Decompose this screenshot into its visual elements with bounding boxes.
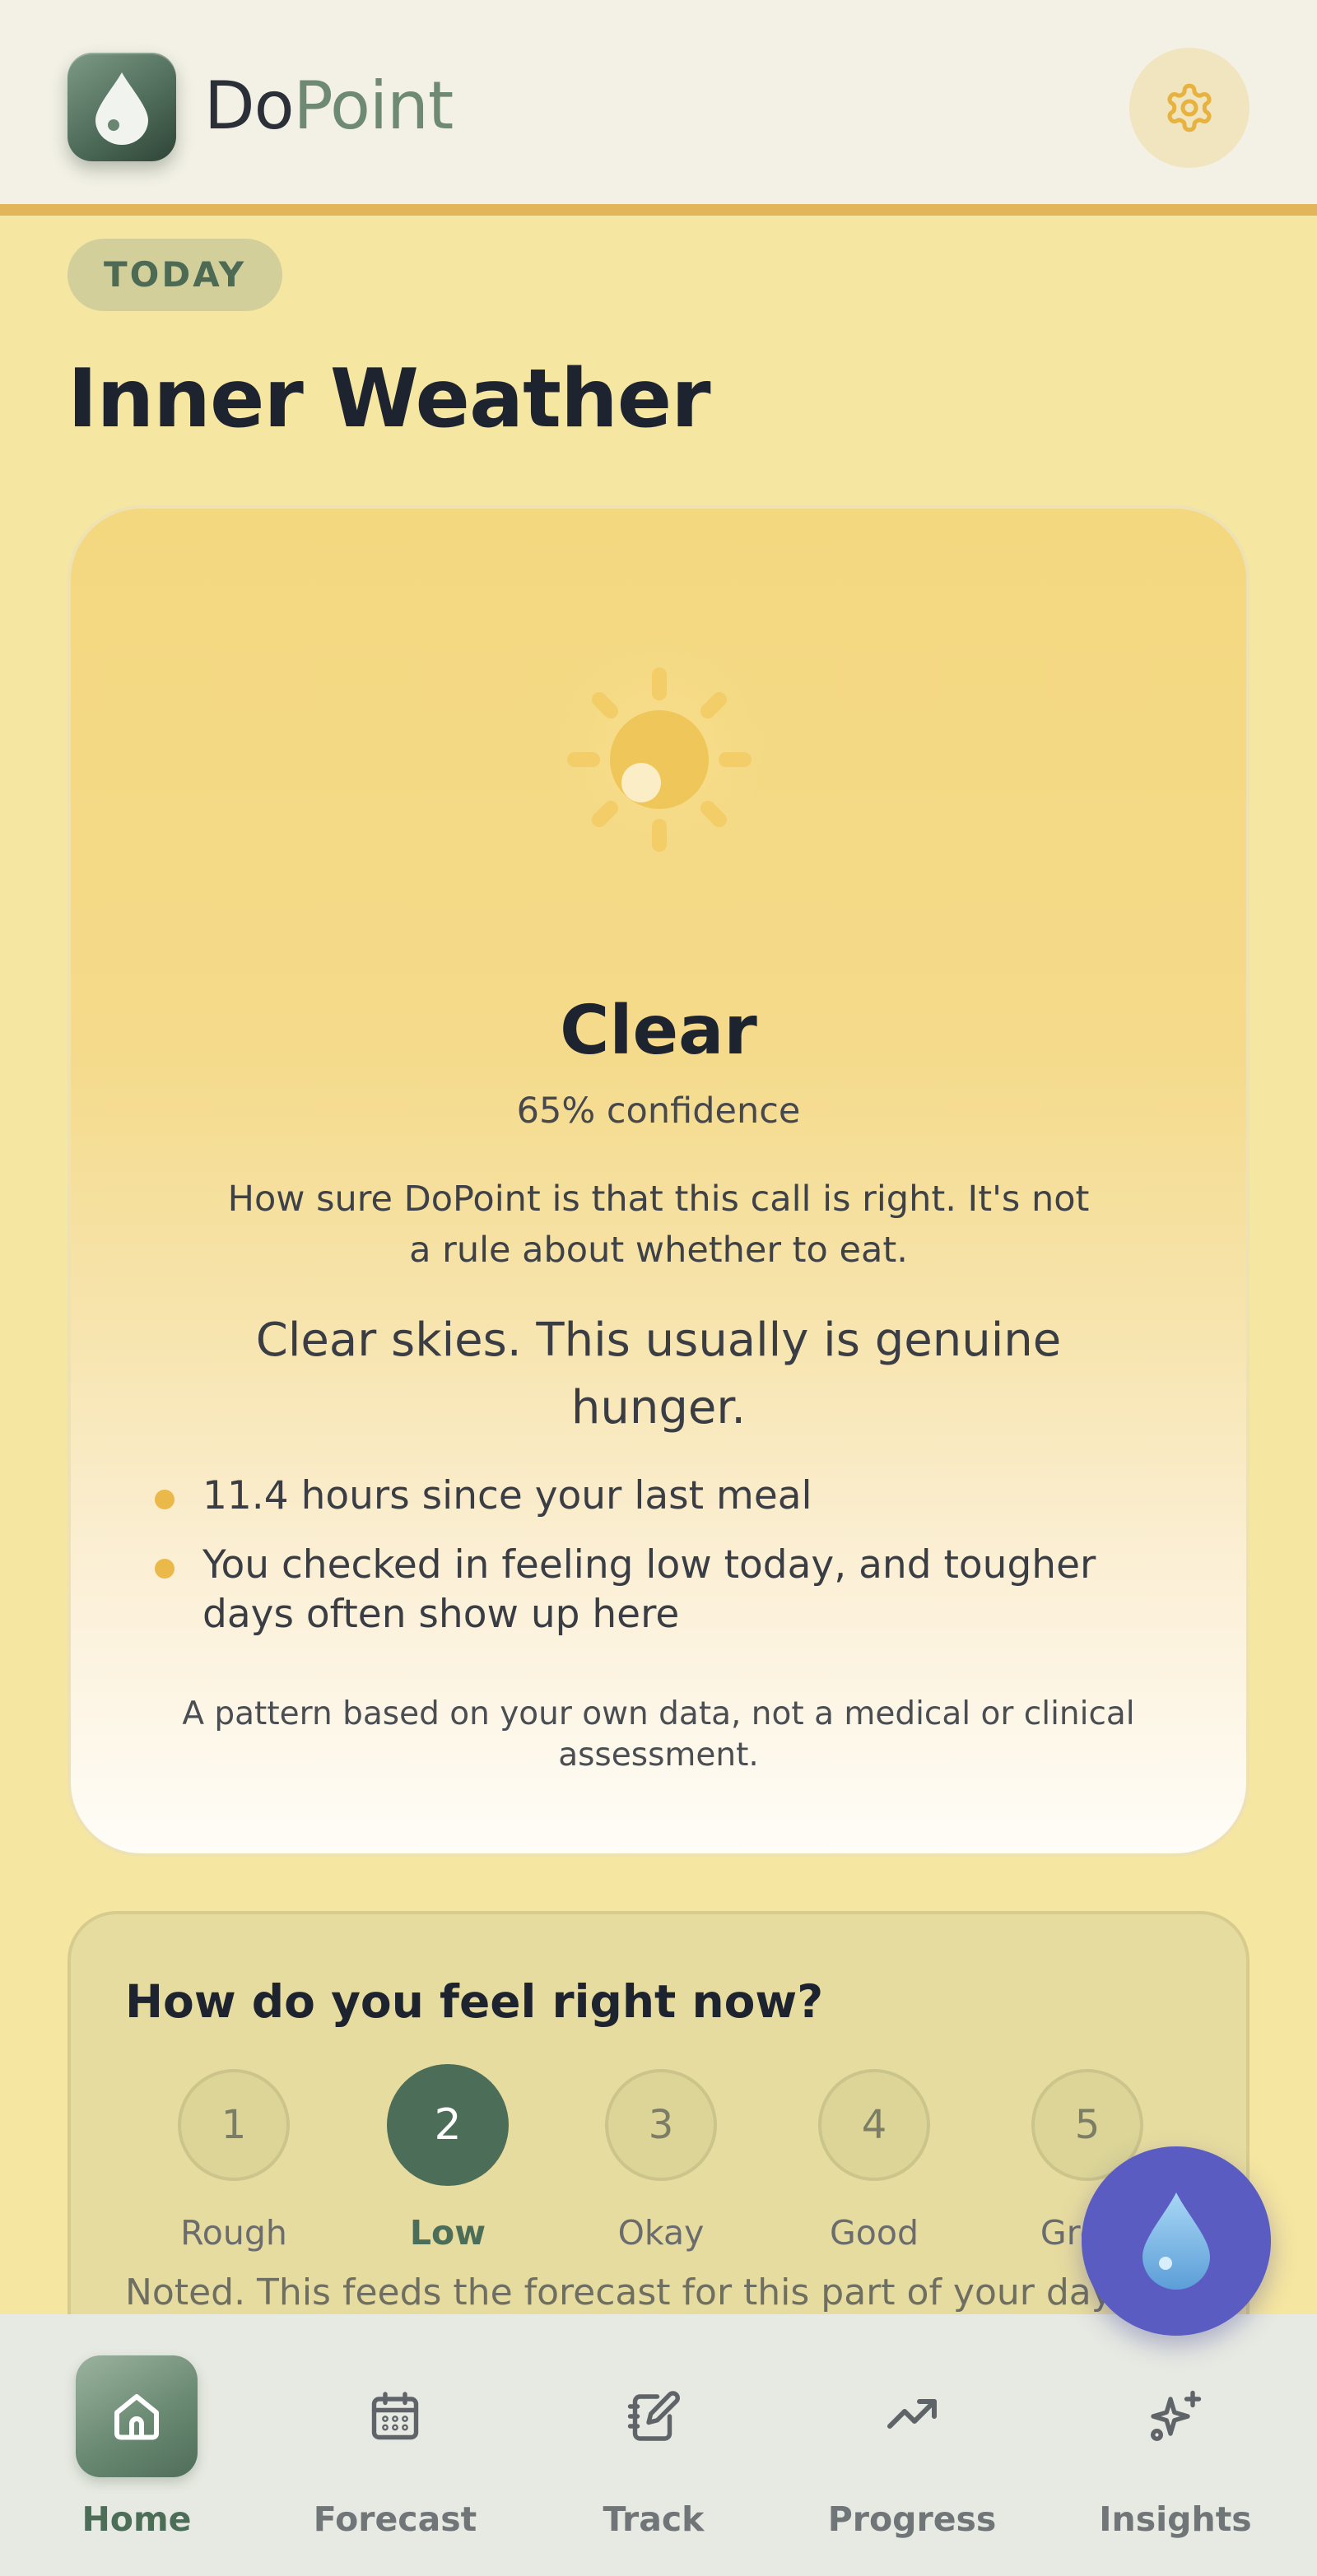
mood-option-number: 3 <box>605 2069 717 2181</box>
sun-icon <box>567 667 752 852</box>
forecast-message: Clear skies. This usually is genuine hun… <box>255 1314 1062 1434</box>
nav-icon-container <box>76 2355 198 2477</box>
bullet-dot <box>155 1559 175 1579</box>
nav-icon-container <box>851 2355 973 2477</box>
notebook-pen-icon <box>627 2391 680 2441</box>
app-header: DoPoint <box>0 0 1317 216</box>
mood-option-label: Good <box>830 2213 919 2253</box>
mood-option-4[interactable]: 4 Good <box>792 2062 956 2260</box>
mood-option-number: 2 <box>387 2064 509 2186</box>
nav-label: Insights <box>1099 2499 1252 2539</box>
mood-question: How do you feel right now? <box>125 1975 824 2028</box>
page-title: Inner Weather <box>67 352 711 446</box>
bottom-nav: Home Forecast Track Progress Insights <box>0 2314 1317 2576</box>
app-logo <box>67 53 176 161</box>
forecast-card: Clear 65% confidence How sure DoPoint is… <box>67 505 1250 1857</box>
nav-item-progress[interactable]: Progress <box>789 2355 1035 2553</box>
forecast-condition: Clear <box>560 992 757 1070</box>
mood-option-number: 1 <box>178 2069 290 2181</box>
brand-name-point: Point <box>293 67 454 144</box>
sparkles-icon <box>1151 2390 1202 2441</box>
brand-name: DoPoint <box>204 61 454 151</box>
calendar-icon <box>371 2392 419 2440</box>
quick-log-fab[interactable] <box>1082 2146 1271 2336</box>
nav-label: Track <box>603 2499 705 2539</box>
date-badge: TODAY <box>67 239 283 311</box>
settings-button[interactable] <box>1129 48 1250 168</box>
forecast-reasons-list: 11.4 hours since your last meal You chec… <box>151 1472 1189 1659</box>
nav-label: Progress <box>827 2499 997 2539</box>
mood-checkin-card: How do you feel right now? 1 Rough 2 Low… <box>67 1911 1250 2372</box>
mood-option-2[interactable]: 2 Low <box>365 2062 530 2260</box>
trend-up-icon <box>887 2399 937 2429</box>
water-drop-icon <box>95 72 148 145</box>
forecast-disclaimer: A pattern based on your own data, not a … <box>182 1695 1135 1774</box>
forecast-reason-text: 11.4 hours since your last meal <box>202 1473 812 1518</box>
nav-item-forecast[interactable]: Forecast <box>272 2355 519 2553</box>
home-icon <box>114 2394 159 2440</box>
brand-name-do: Do <box>204 67 295 144</box>
nav-icon-container <box>334 2355 456 2477</box>
nav-label: Forecast <box>313 2499 477 2539</box>
mood-option-3[interactable]: 3 Okay <box>579 2062 743 2260</box>
forecast-reason: 11.4 hours since your last meal <box>151 1472 1189 1521</box>
gear-icon <box>1167 83 1212 133</box>
nav-item-insights[interactable]: Insights <box>1052 2355 1299 2553</box>
mood-option-label: Okay <box>617 2213 705 2253</box>
nav-item-track[interactable]: Track <box>530 2355 777 2553</box>
water-drop-icon <box>1142 2192 1210 2290</box>
bullet-dot <box>155 1490 175 1509</box>
forecast-confidence: 65% confidence <box>516 1090 801 1132</box>
nav-label: Home <box>81 2499 192 2539</box>
forecast-reason: You checked in feeling low today, and to… <box>151 1541 1189 1639</box>
nav-icon-container <box>1115 2355 1236 2477</box>
mood-option-1[interactable]: 1 Rough <box>151 2062 316 2260</box>
forecast-reason-text: You checked in feeling low today, and to… <box>202 1542 1096 1637</box>
mood-option-label: Rough <box>180 2213 287 2253</box>
confidence-explainer: How sure DoPoint is that this call is ri… <box>227 1179 1090 1271</box>
nav-item-home[interactable]: Home <box>13 2355 260 2553</box>
mood-feedback: Noted. This feeds the forecast for this … <box>125 2271 1119 2313</box>
mood-option-number: 4 <box>818 2069 930 2181</box>
mood-option-label: Low <box>409 2213 486 2253</box>
nav-icon-container <box>593 2355 714 2477</box>
